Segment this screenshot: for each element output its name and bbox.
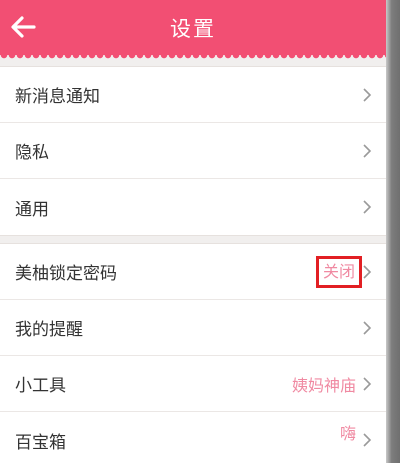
chevron-right-icon bbox=[363, 200, 372, 214]
row-tools[interactable]: 小工具 姨妈神庙 bbox=[0, 356, 386, 412]
back-button[interactable] bbox=[8, 14, 38, 40]
row-treasure-box[interactable]: 百宝箱 嗨 bbox=[0, 412, 386, 463]
chevron-right-icon bbox=[363, 433, 372, 447]
row-lock-password[interactable]: 美柚锁定密码 关闭 bbox=[0, 244, 386, 300]
row-label: 百宝箱 bbox=[15, 432, 66, 453]
lock-status-value: 关闭 bbox=[315, 255, 362, 288]
treasure-box-value: 嗨 bbox=[339, 424, 356, 443]
row-privacy[interactable]: 隐私 bbox=[0, 123, 386, 179]
app-header: 设置 bbox=[0, 0, 386, 55]
chevron-right-icon bbox=[363, 264, 372, 279]
row-label: 美柚锁定密码 bbox=[15, 264, 117, 284]
window-edge bbox=[386, 0, 400, 463]
chevron-right-icon bbox=[363, 143, 372, 158]
page-title: 设置 bbox=[170, 16, 216, 41]
chevron-right-icon bbox=[363, 87, 372, 102]
row-general[interactable]: 通用 bbox=[0, 179, 386, 235]
tools-value: 姨妈神庙 bbox=[291, 375, 356, 395]
row-label: 通用 bbox=[15, 199, 49, 220]
settings-group-features: 美柚锁定密码 关闭 我的提醒 小工具 姨妈神庙 百宝箱 嗨 bbox=[0, 243, 386, 463]
chevron-right-icon bbox=[363, 320, 372, 335]
row-label: 我的提醒 bbox=[15, 320, 83, 340]
row-label: 小工具 bbox=[15, 376, 66, 396]
settings-group-general: 新消息通知 隐私 通用 bbox=[0, 66, 386, 236]
header-scallop-edge bbox=[0, 55, 386, 63]
settings-screen: 设置 新消息通知 隐私 通用 美柚锁定密码 关闭 我的提醒 小工具 姨妈神庙 百… bbox=[0, 0, 386, 463]
chevron-right-icon bbox=[363, 376, 372, 391]
row-my-reminders[interactable]: 我的提醒 bbox=[0, 300, 386, 356]
row-label: 隐私 bbox=[15, 143, 49, 163]
row-label: 新消息通知 bbox=[15, 87, 100, 107]
row-new-message-notification[interactable]: 新消息通知 bbox=[0, 67, 386, 123]
arrow-left-icon bbox=[11, 16, 36, 38]
